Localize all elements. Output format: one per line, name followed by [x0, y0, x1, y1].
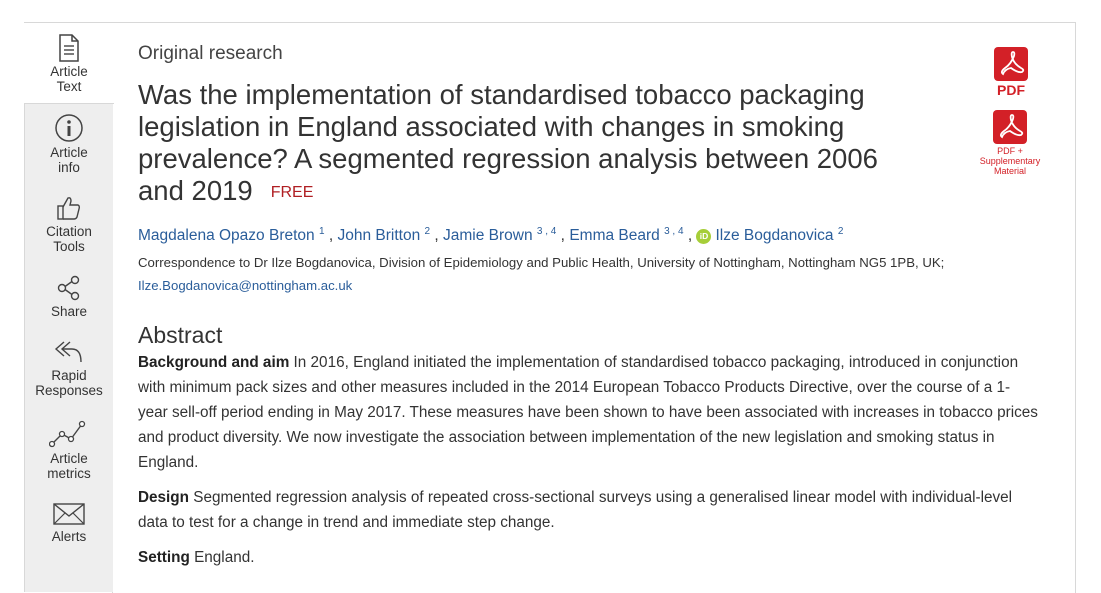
pdf-label: PDF: [997, 82, 1025, 98]
reply-all-icon: [54, 341, 82, 363]
sidebar-item-label: Text: [56, 79, 82, 94]
sidebar-item-label: Tools: [53, 239, 85, 254]
share-icon: [57, 275, 80, 301]
sidebar-item-share[interactable]: Share: [25, 274, 113, 319]
line-chart-icon: [49, 420, 86, 448]
author-link[interactable]: Emma Beard: [569, 227, 659, 244]
author-link[interactable]: John Britton: [337, 227, 420, 244]
abstract-section-label: Background and aim: [138, 354, 290, 371]
document-icon: [59, 34, 79, 62]
sidebar-item-label: Citation: [46, 224, 92, 239]
abstract-heading: Abstract: [138, 322, 223, 348]
sidebar-item-label: Share: [50, 304, 88, 319]
sidebar-item-label: Rapid: [51, 368, 87, 383]
sidebar-item-article-text[interactable]: Article Text: [24, 22, 114, 104]
abstract-design: Design Segmented regression analysis of …: [138, 485, 1038, 535]
sidebar-item-citation-tools[interactable]: Citation Tools: [25, 194, 113, 254]
sidebar-item-label: info: [58, 160, 80, 175]
correspondence-email[interactable]: Ilze.Bogdanovica@nottingham.ac.uk: [138, 278, 352, 293]
affiliation-ref[interactable]: 2: [838, 226, 844, 237]
abstract-section-label: Design: [138, 489, 189, 506]
envelope-icon: [53, 503, 85, 525]
author-link[interactable]: Ilze Bogdanovica: [715, 227, 833, 244]
author-list: Magdalena Opazo Breton 1 , John Britton …: [138, 226, 844, 245]
abstract-setting: Setting England.: [138, 545, 1038, 570]
info-icon: [55, 114, 83, 142]
thumbs-up-icon: [57, 197, 81, 220]
article-title-text: Was the implementation of standardised t…: [138, 79, 878, 206]
sidebar-item-label: Alerts: [51, 529, 87, 544]
sidebar-item-rapid-responses[interactable]: Rapid Responses: [25, 338, 113, 398]
sidebar-item-alerts[interactable]: Alerts: [25, 501, 113, 544]
free-badge: FREE: [270, 184, 314, 201]
pdf-icon: [993, 110, 1027, 144]
affiliation-ref[interactable]: 3 , 4: [537, 226, 556, 237]
sidebar-item-article-info[interactable]: Article info: [25, 113, 113, 175]
article-sidebar: Article Text Article info Citation Tools…: [24, 22, 114, 592]
sidebar-item-article-metrics[interactable]: Article metrics: [25, 419, 113, 481]
abstract-section-label: Setting: [138, 549, 190, 566]
author-link[interactable]: Jamie Brown: [443, 227, 533, 244]
article-title: Was the implementation of standardised t…: [138, 79, 918, 209]
article-type: Original research: [138, 43, 283, 64]
pdf-supplementary-button[interactable]: PDF + Supplementary Material: [975, 110, 1045, 176]
sidebar-item-label: Article: [50, 451, 88, 466]
abstract-section-text: In 2016, England initiated the implement…: [138, 354, 1038, 471]
sidebar-item-label: metrics: [47, 466, 91, 481]
pdf-supp-label-line: Supplementary: [979, 156, 1041, 166]
abstract-section-text: England.: [189, 549, 255, 566]
orcid-icon[interactable]: iD: [696, 229, 712, 245]
pdf-supp-label-line: PDF +: [997, 146, 1023, 156]
sidebar-item-label: Article: [50, 64, 88, 79]
author-link[interactable]: Magdalena Opazo Breton: [138, 227, 315, 244]
pdf-supp-label: PDF + Supplementary Material: [975, 146, 1045, 176]
pdf-supp-label-line: Material: [993, 166, 1026, 176]
abstract-background: Background and aim In 2016, England init…: [138, 350, 1038, 475]
sidebar-item-label: Article: [50, 145, 88, 160]
sidebar-item-label: Responses: [35, 383, 103, 398]
pdf-download-button[interactable]: PDF: [988, 47, 1034, 98]
abstract-section-text: Segmented regression analysis of repeate…: [138, 489, 1013, 531]
pdf-icon: [994, 47, 1028, 81]
correspondence-text: Correspondence to Dr Ilze Bogdanovica, D…: [138, 255, 945, 270]
affiliation-ref[interactable]: 3 , 4: [664, 226, 683, 237]
